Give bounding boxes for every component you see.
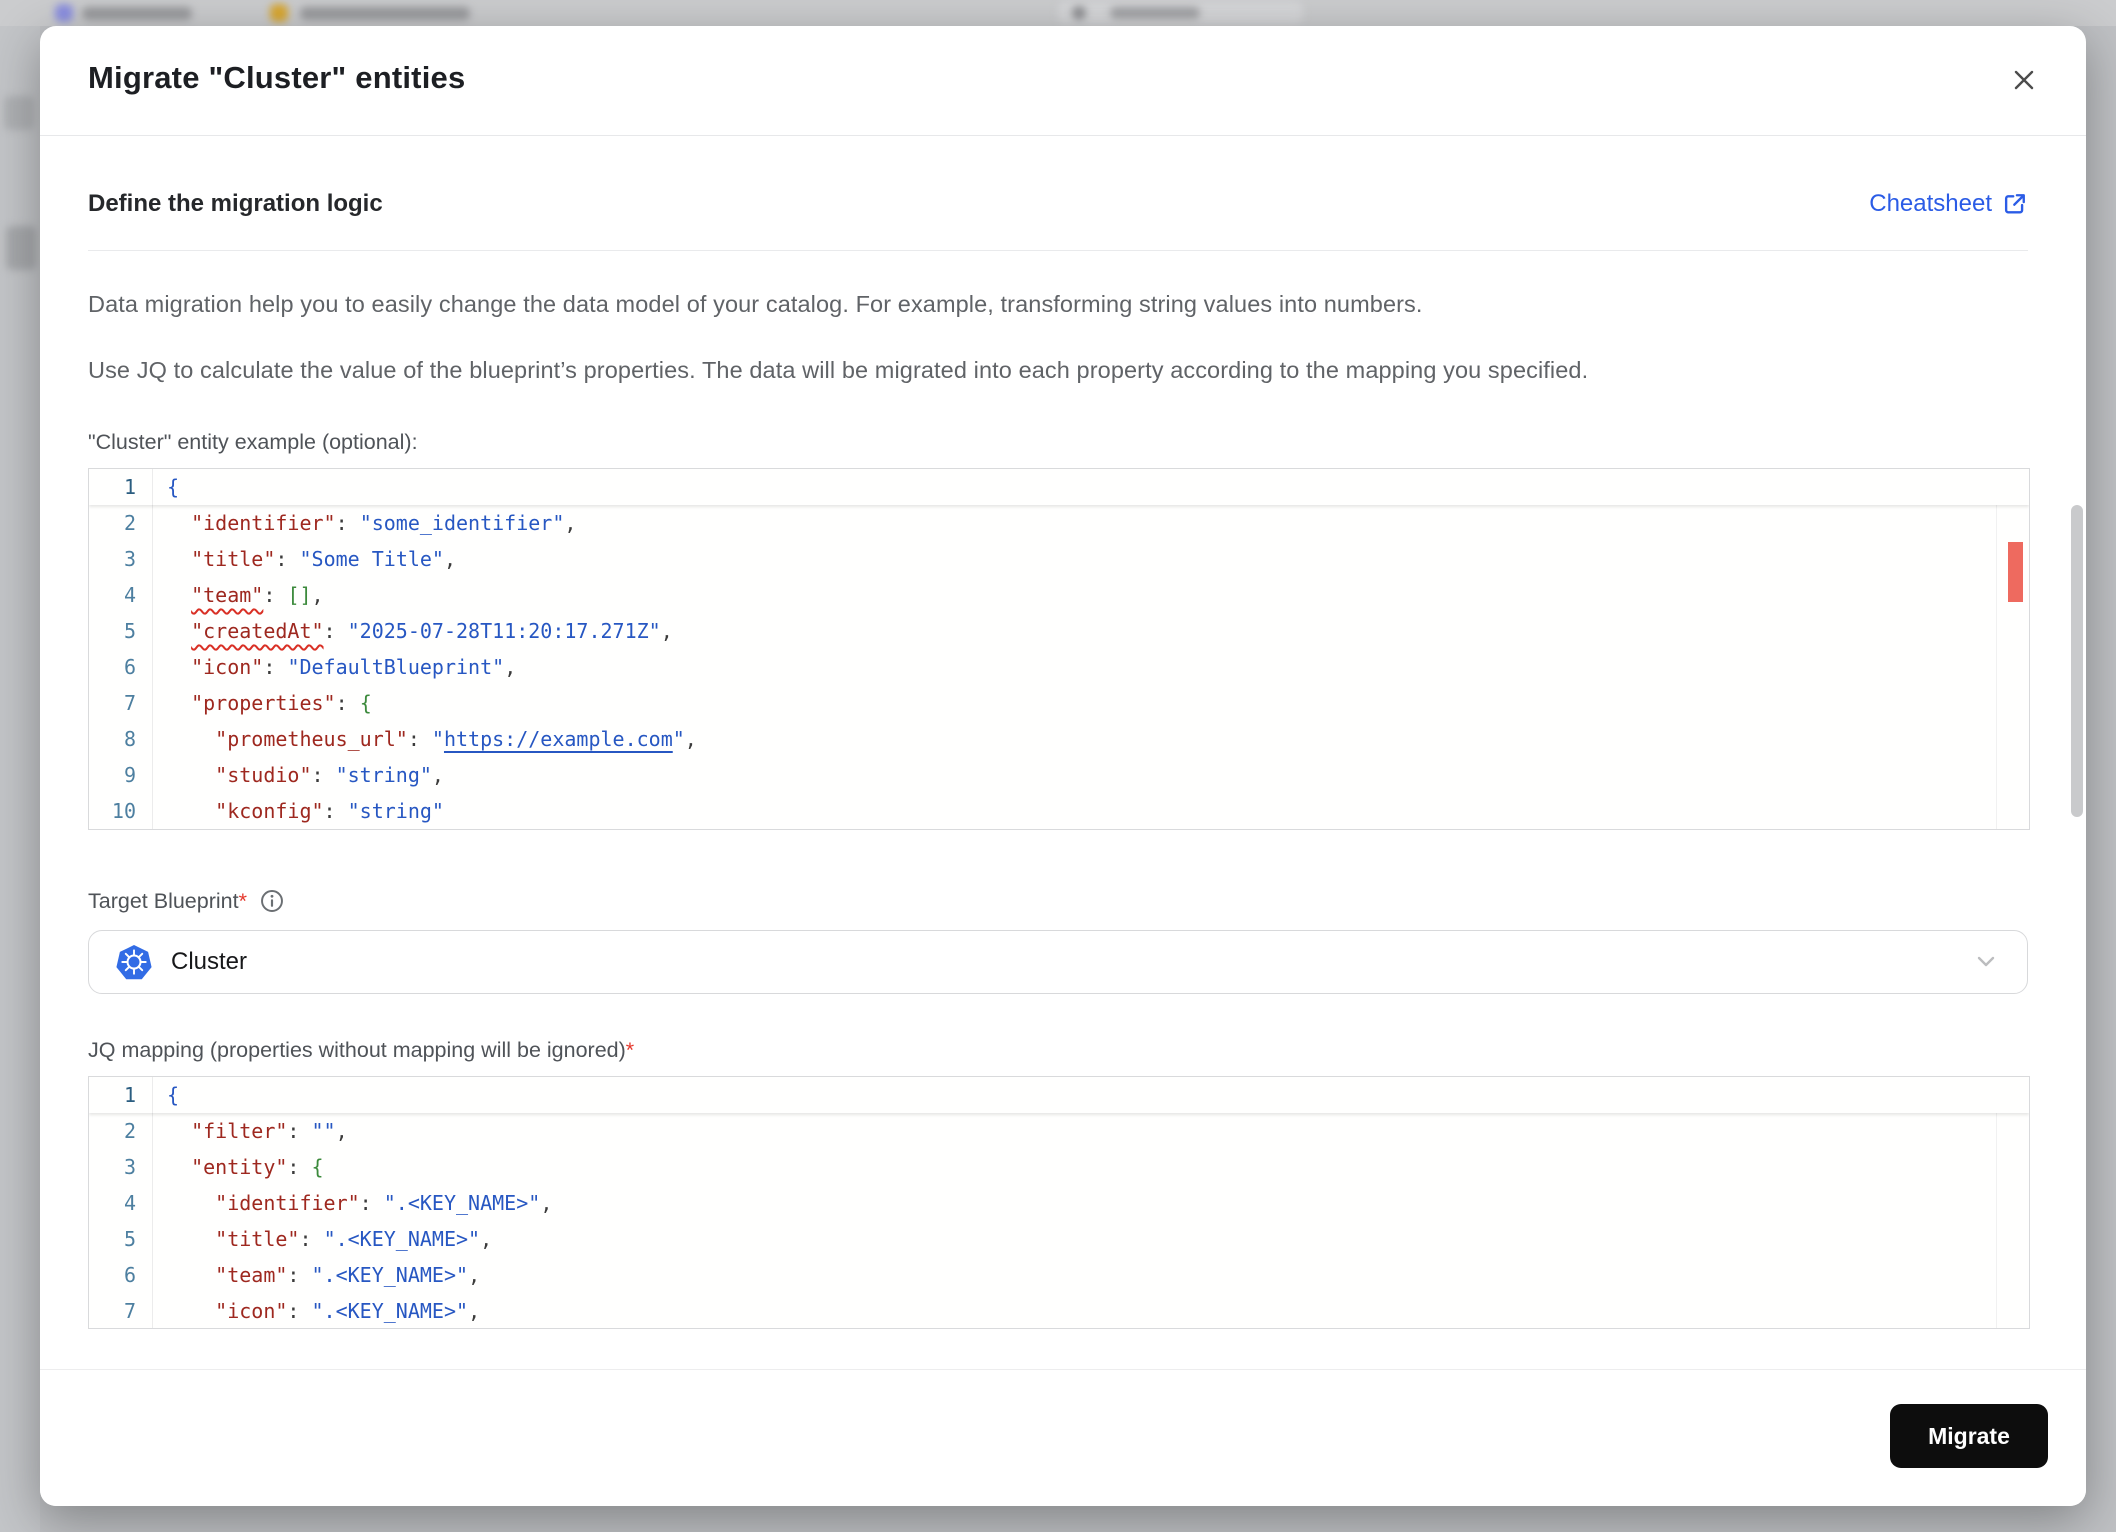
- line-number: 9: [89, 757, 153, 793]
- line-number: 4: [89, 577, 153, 613]
- modal-body: Define the migration logic Cheatsheet Da…: [40, 136, 2086, 1370]
- screen: Migrate "Cluster" entities Define the mi…: [0, 0, 2116, 1532]
- line-number: 8: [89, 721, 153, 757]
- code-line: 7 "properties": {: [89, 685, 2029, 721]
- divider: [88, 250, 2028, 251]
- line-number: 1: [89, 1077, 153, 1113]
- target-blueprint-label: Target Blueprint*: [88, 888, 247, 913]
- code-lines: 1{2 "filter": "", 3 "entity": {4 "identif…: [89, 1077, 2029, 1328]
- entity-example-label: "Cluster" entity example (optional):: [88, 430, 418, 454]
- catalog-icon: [55, 4, 73, 22]
- code-line: 2 "filter": "",: [89, 1113, 2029, 1149]
- line-number: 1: [89, 469, 153, 505]
- code-line: 7 "icon": ".<KEY_NAME>",: [89, 1293, 2029, 1328]
- code-line: 5 "createdAt": "2025-07-28T11:20:17.271Z…: [89, 613, 2029, 649]
- background-tab-label: [82, 7, 192, 20]
- code-line: 3 "title": "Some Title",: [89, 541, 2029, 577]
- search-icon: [1072, 6, 1086, 20]
- background-search-label: [1110, 7, 1200, 19]
- line-number: 10: [89, 793, 153, 829]
- cheatsheet-link[interactable]: Cheatsheet: [1869, 190, 2028, 218]
- code-line: 3 "entity": {: [89, 1149, 2029, 1185]
- folder-icon: [270, 4, 288, 22]
- error-marker: [2008, 542, 2023, 602]
- modal-header: Migrate "Cluster" entities: [40, 26, 2086, 136]
- background-sidebar: [0, 26, 40, 1532]
- background-sidebar-icon: [6, 226, 36, 270]
- editor-overview-ruler: [1996, 1077, 2029, 1328]
- close-icon: [2014, 70, 2034, 90]
- modal-scrollbar-thumb[interactable]: [2071, 505, 2083, 817]
- line-number: 5: [89, 1221, 153, 1257]
- line-number: 4: [89, 1185, 153, 1221]
- code-line: 8 "prometheus_url": "https://example.com…: [89, 721, 2029, 757]
- code-line: 9 "studio": "string",: [89, 757, 2029, 793]
- jq-mapping-label: JQ mapping (properties without mapping w…: [88, 1038, 635, 1062]
- migrate-modal: Migrate "Cluster" entities Define the mi…: [40, 26, 2086, 1506]
- cheatsheet-label: Cheatsheet: [1869, 190, 1992, 217]
- code-line: 5 "title": ".<KEY_NAME>",: [89, 1221, 2029, 1257]
- line-number: 2: [89, 505, 153, 541]
- external-link-icon: [2004, 194, 2025, 214]
- line-number: 7: [89, 685, 153, 721]
- code-line: 6 "icon": "DefaultBlueprint",: [89, 649, 2029, 685]
- description-paragraph: Use JQ to calculate the value of the blu…: [88, 357, 1589, 383]
- editor-overview-ruler: [1996, 469, 2029, 829]
- line-number: 6: [89, 1257, 153, 1293]
- line-number: 5: [89, 613, 153, 649]
- code-line: 10 "kconfig": "string": [89, 793, 2029, 829]
- close-button[interactable]: [2006, 62, 2042, 98]
- line-number: 3: [89, 1149, 153, 1185]
- description-paragraph: Data migration help you to easily change…: [88, 291, 1423, 317]
- line-number: 2: [89, 1113, 153, 1149]
- migrate-button[interactable]: Migrate: [1890, 1404, 2048, 1468]
- code-line: 1{: [89, 1077, 2029, 1113]
- jq-mapping-editor[interactable]: 1{2 "filter": "", 3 "entity": {4 "identif…: [88, 1076, 2030, 1329]
- section-heading: Define the migration logic: [88, 190, 383, 217]
- code-line: 2 "identifier": "some_identifier",: [89, 505, 2029, 541]
- line-number: 6: [89, 649, 153, 685]
- line-number: 7: [89, 1293, 153, 1328]
- modal-footer: Migrate: [40, 1369, 2086, 1506]
- entity-example-editor[interactable]: 1{2 "identifier": "some_identifier", 3 "t…: [88, 468, 2030, 830]
- code-line: 4 "identifier": ".<KEY_NAME>",: [89, 1185, 2029, 1221]
- code-lines: 1{2 "identifier": "some_identifier", 3 "t…: [89, 469, 2029, 829]
- code-line: 1{: [89, 469, 2029, 505]
- code-line: 6 "team": ".<KEY_NAME>",: [89, 1257, 2029, 1293]
- target-blueprint-value: Cluster: [171, 948, 248, 975]
- line-number: 3: [89, 541, 153, 577]
- target-blueprint-select[interactable]: Cluster: [88, 930, 2028, 994]
- kubernetes-icon: [116, 945, 152, 980]
- chevron-down-icon: [1977, 956, 1995, 967]
- background-sidebar-icon: [4, 96, 34, 130]
- background-tab-label: [300, 7, 470, 20]
- info-icon[interactable]: [259, 888, 285, 914]
- background-topbar: [0, 0, 2116, 26]
- modal-title: Migrate "Cluster" entities: [88, 60, 466, 95]
- code-line: 4 "team": [],: [89, 577, 2029, 613]
